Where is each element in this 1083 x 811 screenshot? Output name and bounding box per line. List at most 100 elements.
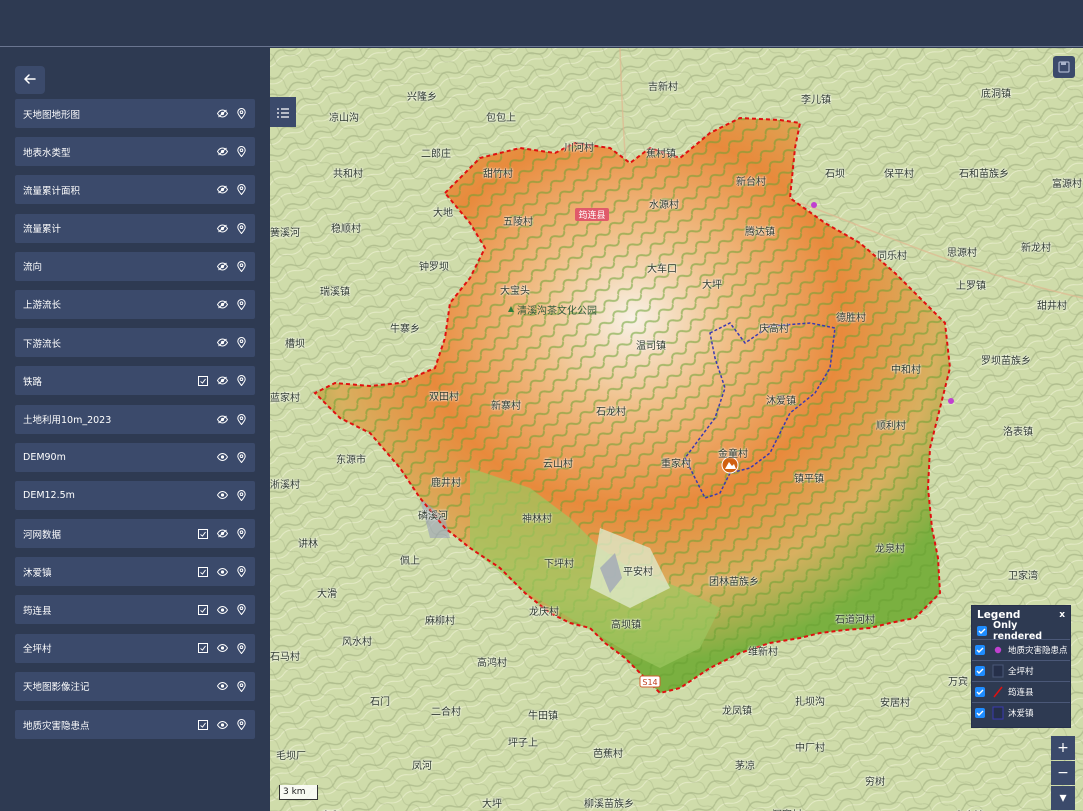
style-icon[interactable]: [197, 528, 209, 540]
locate-pin-icon[interactable]: [235, 566, 247, 578]
layer-item[interactable]: 沐爱镇: [15, 557, 255, 587]
locate-pin-icon[interactable]: [235, 298, 247, 310]
eye-off-icon[interactable]: [216, 146, 228, 158]
place-label: 庆高村: [759, 324, 789, 335]
back-button[interactable]: [15, 66, 45, 94]
place-label: 凤河: [412, 761, 432, 772]
style-icon[interactable]: [197, 719, 209, 731]
locate-pin-icon[interactable]: [235, 222, 247, 234]
legend-item[interactable]: 地质灾害隐患点: [972, 639, 1070, 660]
checkbox-icon[interactable]: [977, 626, 987, 636]
legend-item[interactable]: 全坪村: [972, 660, 1070, 681]
eye-off-icon[interactable]: [216, 337, 228, 349]
locate-pin-icon[interactable]: [235, 337, 247, 349]
eye-icon[interactable]: [216, 566, 228, 578]
layer-item[interactable]: 下游流长: [15, 328, 255, 358]
locate-pin-icon[interactable]: [235, 719, 247, 731]
locate-pin-icon[interactable]: [235, 413, 247, 425]
locate-pin-icon[interactable]: [235, 146, 247, 158]
layer-item[interactable]: 铁路: [15, 366, 255, 396]
only-rendered-label: Only rendered: [993, 620, 1043, 642]
eye-icon[interactable]: [216, 451, 228, 463]
layer-label: 流向: [23, 262, 43, 274]
eye-icon[interactable]: [216, 489, 228, 501]
checkbox-icon[interactable]: [975, 666, 985, 676]
place-label: 双田村: [429, 392, 459, 403]
place-label: 镇平镇: [794, 474, 824, 485]
layer-item[interactable]: 筠连县: [15, 595, 255, 625]
place-label: 槽坝: [285, 339, 305, 350]
eye-off-icon[interactable]: [216, 298, 228, 310]
place-label: 芭蕉村: [593, 749, 623, 760]
style-icon[interactable]: [197, 566, 209, 578]
place-label: 共和村: [333, 169, 363, 180]
legend-item-label: 地质灾害隐患点: [1008, 646, 1067, 656]
eye-icon[interactable]: [216, 719, 228, 731]
place-label: 二合村: [431, 707, 461, 718]
locate-pin-icon[interactable]: [235, 604, 247, 616]
place-label: 钟罗坝: [419, 262, 449, 273]
county-label: 筠连县: [578, 209, 605, 221]
eye-icon[interactable]: [216, 604, 228, 616]
place-label: 石龙村: [596, 407, 626, 418]
locate-pin-icon[interactable]: [235, 108, 247, 120]
locate-pin-icon[interactable]: [235, 451, 247, 463]
locate-pin-icon[interactable]: [235, 184, 247, 196]
legend-item[interactable]: 沐爱镇: [972, 702, 1070, 723]
layer-item[interactable]: 地表水类型: [15, 137, 255, 167]
layer-list-toggle[interactable]: [270, 97, 296, 127]
place-label: 神林村: [522, 514, 552, 525]
map-view[interactable]: 筠连县 S14 清溪沟茶文化公园 兴隆乡 吉新村 李儿镇 底洞镇 凉山沟 包包上 二郎庄 川河…: [270, 48, 1083, 811]
checkbox-icon[interactable]: [975, 687, 985, 697]
eye-off-icon[interactable]: [216, 260, 228, 272]
eye-off-icon[interactable]: [216, 222, 228, 234]
list-icon: [277, 103, 289, 122]
layer-item[interactable]: 流向: [15, 251, 255, 281]
style-icon[interactable]: [197, 642, 209, 654]
place-label: 大滑: [317, 589, 337, 600]
layer-item[interactable]: DEM90m: [15, 442, 255, 472]
eye-off-icon[interactable]: [216, 413, 228, 425]
eye-icon[interactable]: [216, 642, 228, 654]
layer-item[interactable]: 流量累计面积: [15, 175, 255, 205]
eye-off-icon[interactable]: [216, 375, 228, 387]
locate-pin-icon[interactable]: [235, 489, 247, 501]
eye-off-icon[interactable]: [216, 184, 228, 196]
locate-pin-icon[interactable]: [235, 375, 247, 387]
layer-item[interactable]: 河网数据: [15, 519, 255, 549]
locate-pin-icon[interactable]: [235, 260, 247, 272]
place-label: 毛坝厂: [276, 751, 306, 762]
layer-item[interactable]: 天地图地形图: [15, 99, 255, 128]
eye-off-icon[interactable]: [216, 108, 228, 120]
layer-item[interactable]: 流量累计: [15, 213, 255, 243]
zoom-out-button[interactable]: −: [1051, 761, 1075, 785]
zoom-more-button[interactable]: ▾: [1051, 786, 1075, 810]
layer-item[interactable]: 上游流长: [15, 289, 255, 319]
eye-icon[interactable]: [216, 680, 228, 692]
style-icon[interactable]: [197, 604, 209, 616]
style-icon[interactable]: [197, 375, 209, 387]
locate-pin-icon[interactable]: [235, 680, 247, 692]
place-label: 同乐村: [877, 251, 907, 262]
scale-bar: 3 km: [279, 785, 318, 800]
zoom-in-button[interactable]: +: [1051, 736, 1075, 760]
layer-item[interactable]: 土地利用10m_2023: [15, 404, 255, 434]
layer-item[interactable]: 天地图影像注记: [15, 671, 255, 701]
export-button[interactable]: [1053, 56, 1075, 78]
eye-off-icon[interactable]: [216, 528, 228, 540]
place-label: 淅溪村: [270, 480, 300, 491]
only-rendered-toggle[interactable]: Only rendered: [972, 620, 1070, 642]
place-label: 风水村: [342, 637, 372, 648]
legend-item[interactable]: 筠连县: [972, 681, 1070, 702]
place-label: 吉新村: [648, 82, 678, 93]
locate-pin-icon[interactable]: [235, 528, 247, 540]
place-label: 穷树: [865, 777, 885, 788]
locate-pin-icon[interactable]: [235, 642, 247, 654]
place-label: 万宾: [948, 677, 968, 688]
legend-close-button[interactable]: x: [1059, 610, 1065, 620]
checkbox-icon[interactable]: [975, 645, 985, 655]
layer-item[interactable]: DEM12.5m: [15, 480, 255, 510]
checkbox-icon[interactable]: [975, 708, 985, 718]
layer-item[interactable]: 地质灾害隐患点: [15, 710, 255, 739]
layer-item[interactable]: 全坪村: [15, 633, 255, 663]
